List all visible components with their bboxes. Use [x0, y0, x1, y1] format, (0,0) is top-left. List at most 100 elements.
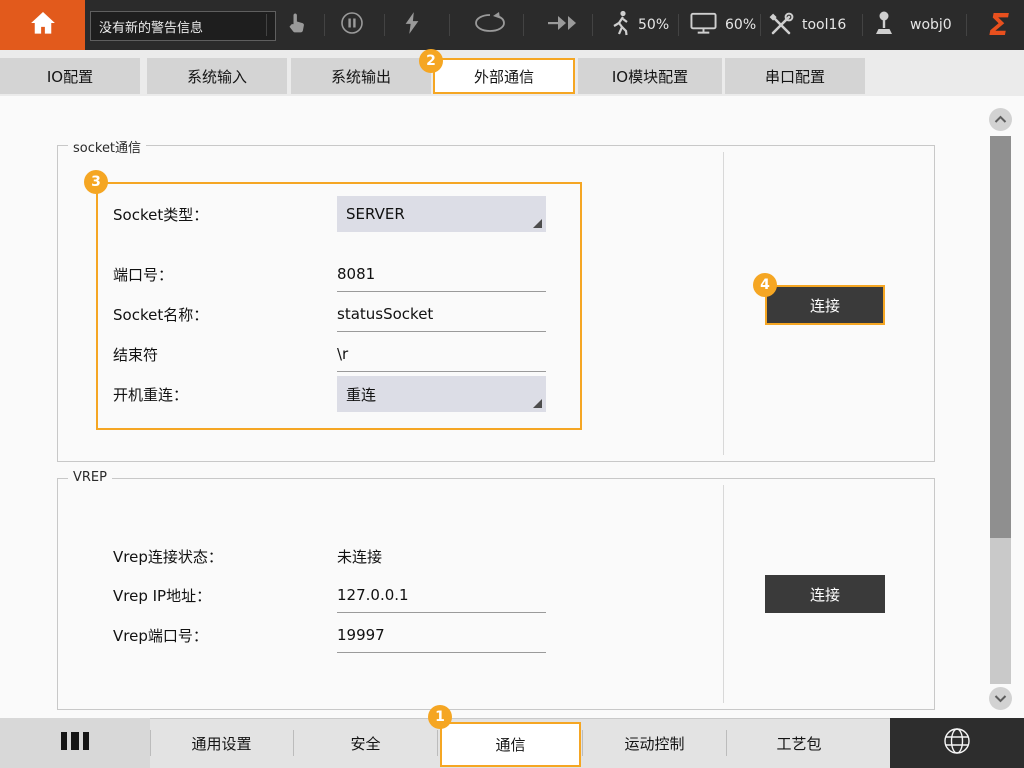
nav-safety[interactable]: 安全: [294, 718, 437, 768]
nav-general-settings[interactable]: 通用设置: [150, 718, 293, 768]
tab-label: IO配置: [47, 66, 93, 87]
wobj-label: wobj0: [910, 17, 952, 33]
vrep-status-value: 未连接: [337, 539, 546, 573]
terminator-value: \r: [337, 345, 348, 363]
socket-type-value: SERVER: [346, 205, 405, 223]
top-bar: 没有新的警告信息: [0, 0, 1024, 50]
dropdown-corner-icon: [533, 219, 542, 228]
step-badge-1: 1: [428, 705, 452, 729]
tab-system-input[interactable]: 系统输入: [147, 58, 287, 94]
nav-process-package[interactable]: 工艺包: [727, 718, 871, 768]
dropdown-corner-icon: [533, 399, 542, 408]
globe-icon: [941, 725, 973, 761]
socket-type-dropdown[interactable]: SERVER: [337, 196, 546, 232]
separator: [384, 14, 385, 36]
vrep-group-title: VREP: [68, 470, 112, 485]
step-mode-button[interactable]: [543, 0, 583, 50]
monitor-status[interactable]: 60%: [690, 0, 756, 50]
tool-selector[interactable]: tool16: [768, 0, 846, 50]
vrep-port-value: 19997: [337, 626, 385, 644]
scroll-up-button[interactable]: [988, 107, 1013, 132]
separator: [760, 14, 761, 36]
port-label: 端口号：: [113, 256, 173, 292]
home-button[interactable]: [0, 0, 85, 50]
step-badge-4: 4: [753, 273, 777, 297]
wobj-selector[interactable]: wobj0: [872, 0, 952, 50]
joystick-icon: [872, 10, 896, 40]
pause-icon: [339, 10, 365, 40]
socket-type-label: Socket类型：: [113, 196, 208, 232]
tab-system-output[interactable]: 系统输出: [291, 58, 431, 94]
tool-label: tool16: [802, 17, 846, 33]
hand-icon: [285, 11, 307, 39]
vrep-status-text: 未连接: [337, 546, 382, 567]
grid-bars-icon: [57, 728, 93, 758]
separator: [437, 730, 438, 756]
scrollbar-track[interactable]: [990, 538, 1011, 684]
separator: [592, 14, 593, 36]
connect-button-label: 连接: [810, 295, 840, 316]
monitor-icon: [690, 12, 717, 38]
socket-name-input[interactable]: statusSocket: [337, 296, 546, 332]
apps-menu-button[interactable]: [0, 718, 150, 768]
separator: [266, 14, 267, 36]
scrollbar-thumb[interactable]: [990, 136, 1011, 538]
alert-text: 没有新的警告信息: [99, 17, 203, 36]
divider: [723, 485, 724, 703]
scroll-down-button[interactable]: [988, 686, 1013, 711]
step-badge-3: 3: [84, 170, 108, 194]
vrep-connect-button[interactable]: 连接: [765, 575, 885, 613]
config-tab-bar: IO配置 系统输入 系统输出 外部通信 IO模块配置 串口配置: [0, 50, 1024, 96]
tab-io-config[interactable]: IO配置: [0, 58, 140, 94]
socket-name-label: Socket名称：: [113, 296, 208, 332]
bolt-icon: [402, 10, 422, 40]
pause-button[interactable]: [330, 0, 374, 50]
tab-label: 串口配置: [765, 66, 825, 87]
tools-icon: [768, 10, 794, 40]
tab-label: 外部通信: [474, 66, 534, 87]
separator: [862, 14, 863, 36]
tab-external-comm[interactable]: 外部通信: [433, 58, 575, 94]
connect-button-label: 连接: [810, 584, 840, 605]
nav-label: 工艺包: [776, 733, 821, 754]
fast-forward-icon: [547, 14, 579, 36]
tab-label: 系统输入: [187, 66, 247, 87]
vrep-ip-value: 127.0.0.1: [337, 586, 409, 604]
home-icon: [28, 8, 58, 42]
language-globe-button[interactable]: [890, 718, 1024, 768]
hand-mode-button[interactable]: [276, 0, 316, 50]
vrep-port-input[interactable]: 19997: [337, 617, 546, 653]
terminator-input[interactable]: \r: [337, 336, 546, 372]
badge-number: 1: [435, 709, 445, 725]
nav-communication[interactable]: 通信: [440, 722, 581, 767]
vrep-ip-input[interactable]: 127.0.0.1: [337, 577, 546, 613]
terminator-label: 结束符: [113, 336, 158, 372]
separator: [966, 14, 967, 36]
nav-motion-control[interactable]: 运动控制: [583, 718, 726, 768]
socket-connect-button[interactable]: 连接: [765, 285, 885, 325]
separator: [678, 14, 679, 36]
loop-mode-button[interactable]: [468, 0, 512, 50]
loop-icon: [473, 12, 507, 38]
socket-group-title: socket通信: [68, 137, 146, 156]
logo-text: Σ: [989, 8, 1010, 43]
nav-label: 通用设置: [191, 733, 251, 754]
reconnect-dropdown[interactable]: 重连: [337, 376, 546, 412]
badge-number: 4: [760, 277, 770, 293]
reconnect-label: 开机重连：: [113, 376, 188, 412]
speed-status[interactable]: 50%: [610, 0, 669, 50]
separator: [324, 14, 325, 36]
runner-icon: [610, 10, 630, 40]
alert-message-box: 没有新的警告信息: [90, 11, 276, 41]
vrep-port-label: Vrep端口号：: [113, 617, 208, 653]
port-input[interactable]: 8081: [337, 256, 546, 292]
socket-name-value: statusSocket: [337, 305, 433, 323]
divider: [723, 152, 724, 455]
reconnect-value: 重连: [346, 384, 376, 405]
power-button[interactable]: [392, 0, 432, 50]
tab-serial-config[interactable]: 串口配置: [725, 58, 865, 94]
vrep-ip-label: Vrep IP地址：: [113, 577, 211, 613]
nav-label: 安全: [350, 733, 380, 754]
tab-io-module-config[interactable]: IO模块配置: [578, 58, 722, 94]
separator: [523, 14, 524, 36]
